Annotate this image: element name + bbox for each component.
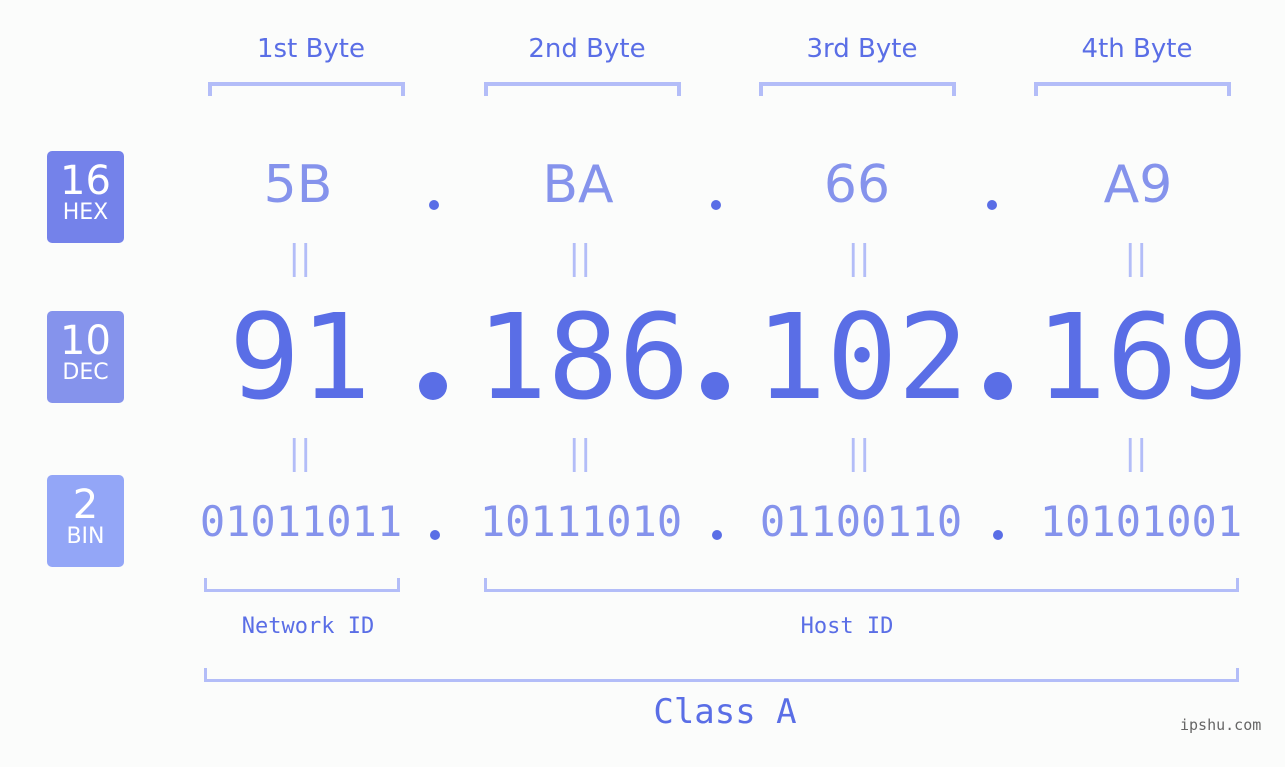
hex-badge-label: HEX (62, 200, 109, 225)
dec-byte-2: 186 (476, 288, 690, 426)
watermark: ipshu.com (1180, 716, 1262, 734)
byte-bracket-2 (484, 82, 681, 96)
byte-bracket-1 (208, 82, 405, 96)
class-bracket (204, 668, 1239, 682)
bin-separator-dot (993, 530, 1003, 540)
hex-separator-dot (711, 200, 721, 210)
bin-separator-dot (712, 530, 722, 540)
hex-byte-1: 5B (263, 155, 333, 215)
equals-sign: || (288, 238, 312, 278)
dec-separator-dot (701, 372, 729, 400)
dec-badge-number: 10 (60, 318, 111, 364)
bin-byte-2: 10111010 (479, 497, 683, 546)
dec-badge: 10 DEC (47, 311, 124, 403)
hex-byte-2: BA (542, 155, 614, 215)
byte-bracket-3 (759, 82, 956, 96)
dec-separator-dot (984, 372, 1012, 400)
equals-sign: || (1124, 433, 1148, 473)
network-id-bracket (204, 578, 400, 592)
equals-sign: || (847, 238, 871, 278)
bin-byte-1: 01011011 (199, 497, 403, 546)
class-label: Class A (653, 692, 797, 732)
bin-byte-4: 10101001 (1039, 497, 1243, 546)
byte-title-1: 1st Byte (257, 34, 365, 64)
byte-bracket-4 (1034, 82, 1231, 96)
equals-sign: || (568, 433, 592, 473)
hex-badge-number: 16 (60, 158, 111, 204)
equals-sign: || (288, 433, 312, 473)
dec-byte-4: 169 (1035, 288, 1249, 426)
hex-byte-4: A9 (1103, 155, 1173, 215)
dec-badge-label: DEC (62, 360, 109, 385)
bin-badge-number: 2 (72, 482, 99, 528)
bin-byte-3: 01100110 (759, 497, 963, 546)
hex-separator-dot (429, 200, 439, 210)
network-id-label: Network ID (241, 614, 375, 639)
hex-separator-dot (987, 200, 997, 210)
bin-separator-dot (430, 530, 440, 540)
host-id-bracket (484, 578, 1239, 592)
byte-title-4: 4th Byte (1081, 34, 1193, 64)
bin-badge-label: BIN (66, 524, 105, 549)
bin-badge: 2 BIN (47, 475, 124, 567)
host-id-label: Host ID (800, 614, 894, 639)
hex-byte-3: 66 (823, 155, 891, 215)
dec-separator-dot (419, 372, 447, 400)
hex-badge: 16 HEX (47, 151, 124, 243)
dec-byte-3: 102 (755, 288, 969, 426)
equals-sign: || (847, 433, 871, 473)
byte-title-2: 2nd Byte (528, 34, 646, 64)
byte-title-3: 3rd Byte (806, 34, 918, 64)
dec-byte-1: 91 (228, 288, 372, 426)
equals-sign: || (1124, 238, 1148, 278)
equals-sign: || (568, 238, 592, 278)
